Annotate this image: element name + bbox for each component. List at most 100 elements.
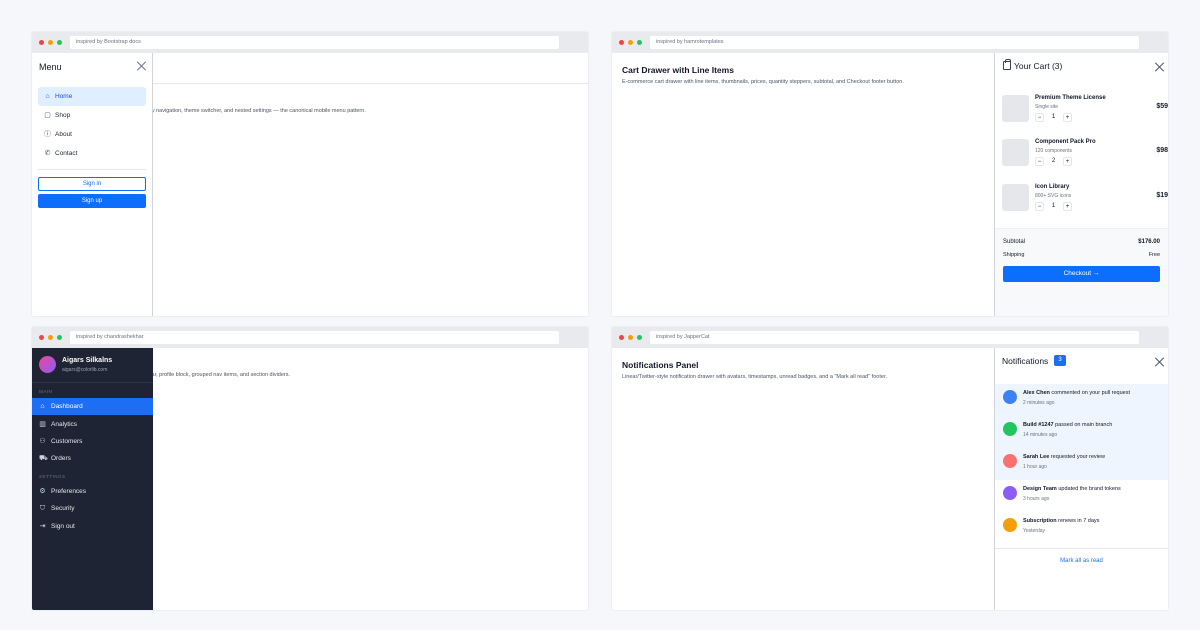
browser-chrome: inspired by Bootstrap docs [32, 32, 588, 53]
minimize-dot-icon [48, 335, 53, 340]
shopping-bag-icon [1003, 59, 1011, 70]
decrement-button[interactable]: − [1035, 202, 1044, 211]
shield-icon: ⛉ [39, 505, 46, 512]
notification-actor: Design Team [1023, 486, 1057, 492]
notification-item[interactable]: Sarah Lee requested your review 1 hour a… [995, 448, 1168, 480]
maximize-dot-icon [637, 40, 642, 45]
close-icon[interactable] [1155, 62, 1165, 72]
notification-actor: Alex Chen [1023, 390, 1050, 396]
sidebar-item-customers[interactable]: ⚇ Customers [32, 433, 153, 450]
drawer-title: Your Cart (3) [1014, 61, 1063, 71]
product-price: $19 [1156, 192, 1168, 199]
product-thumbnail [1002, 95, 1029, 122]
cart-footer: Subtotal $176.00 Shipping Free Checkout … [995, 228, 1168, 316]
cart-line-item: Premium Theme License Single site − 1 + … [1002, 95, 1168, 129]
sidebar-item-label: Orders [51, 455, 71, 462]
address-bar[interactable]: inspired by chandrashekhar [70, 331, 559, 344]
close-icon[interactable] [137, 61, 147, 71]
cart-line-item: Component Pack Pro 120 components − 2 + … [1002, 139, 1168, 173]
sign-up-button[interactable]: Sign up [38, 194, 146, 208]
close-dot-icon [619, 335, 624, 340]
notification-actor: Subscription [1023, 518, 1057, 524]
notifications-drawer: Notifications 3 Alex Chen commented on y… [994, 348, 1168, 610]
sidebar-item-label: Sign out [51, 523, 75, 530]
home-icon: ⌂ [40, 403, 45, 410]
sidebar-item-sign-out[interactable]: ⇥ Sign out [32, 518, 153, 535]
dark-sidebar: Aigars Silkalns aigars@colorlib.com MAIN… [32, 348, 153, 610]
page-description: tar, profile block, grouped nav items, a… [150, 372, 291, 378]
page-description: E-commerce cart drawer with line items, … [622, 79, 904, 85]
shipping-value: Free [1148, 252, 1160, 258]
menu-item-shop[interactable]: ▢ Shop [38, 106, 146, 125]
section-label-main: MAIN [39, 389, 53, 394]
sidebar-item-preferences[interactable]: ⚙ Preferences [32, 483, 153, 500]
minimize-dot-icon [48, 40, 53, 45]
menu-item-home[interactable]: ⌂ Home [38, 87, 146, 106]
subtotal-value: $176.00 [1138, 239, 1160, 245]
notification-item[interactable]: Alex Chen commented on your pull request… [995, 384, 1168, 416]
product-thumbnail [1002, 184, 1029, 211]
sign-in-button[interactable]: Sign in [38, 177, 146, 191]
avatar[interactable] [39, 356, 56, 373]
notification-message: updated the brand tokens [1056, 486, 1121, 492]
page-description: Linear/Twitter-style notification drawer… [622, 374, 887, 380]
unread-count-badge: 3 [1054, 355, 1066, 366]
increment-button[interactable]: + [1063, 202, 1072, 211]
menu-drawer: Menu ⌂ Home ▢ Shop ⓘ About ✆ Contact Sig… [32, 53, 153, 316]
profile-name: Aigars Silkalns [62, 357, 113, 364]
product-name: Icon Library [1035, 184, 1070, 190]
page-content: ry navigation, theme switcher, and neste… [32, 53, 588, 316]
sidebar-item-security[interactable]: ⛉ Security [32, 500, 153, 517]
minimize-dot-icon [628, 40, 633, 45]
sidebar-item-analytics[interactable]: ▥ Analytics [32, 416, 153, 433]
notification-item[interactable]: Build #1247 passed on main branch 14 min… [995, 416, 1168, 448]
quantity-value: 2 [1051, 158, 1056, 164]
address-bar[interactable]: inspired by Bootstrap docs [70, 36, 559, 49]
avatar [1003, 486, 1017, 500]
page-title: Cart Drawer with Line Items [622, 65, 734, 75]
maximize-dot-icon [637, 335, 642, 340]
info-icon: ⓘ [44, 131, 51, 138]
browser-chrome: inspired by chandrashekhar [32, 327, 588, 348]
demo-frame-sidebar: inspired by chandrashekhar tar, profile … [32, 327, 588, 610]
divider [38, 169, 146, 170]
page-topbar [153, 53, 588, 84]
address-bar[interactable]: inspired by hamrotemplates [650, 36, 1139, 49]
sidebar-item-orders[interactable]: ⛟ Orders [32, 450, 153, 467]
decrement-button[interactable]: − [1035, 113, 1044, 122]
cart-drawer: Your Cart (3) Premium Theme License Sing… [994, 53, 1168, 316]
checkout-button[interactable]: Checkout → [1003, 266, 1160, 282]
section-label-settings: SETTINGS [39, 474, 66, 479]
close-dot-icon [39, 40, 44, 45]
page-description: ry navigation, theme switcher, and neste… [150, 108, 366, 114]
gear-icon: ⚙ [39, 488, 46, 495]
sidebar-item-label: Customers [51, 438, 83, 445]
decrement-button[interactable]: − [1035, 157, 1044, 166]
product-name: Component Pack Pro [1035, 139, 1096, 145]
phone-icon: ✆ [44, 150, 51, 157]
avatar [1003, 390, 1017, 404]
browser-chrome: inspired by hamrotemplates [612, 32, 1168, 53]
maximize-dot-icon [57, 335, 62, 340]
increment-button[interactable]: + [1063, 113, 1072, 122]
menu-item-about[interactable]: ⓘ About [38, 125, 146, 144]
menu-item-contact[interactable]: ✆ Contact [38, 144, 146, 163]
bag-icon: ▢ [44, 112, 51, 119]
home-icon: ⌂ [45, 93, 50, 100]
notification-message: commented on your pull request [1049, 390, 1131, 396]
bar-chart-icon: ▥ [39, 421, 46, 428]
product-subtitle: 800+ SVG icons [1035, 193, 1072, 199]
menu-item-label: Shop [55, 112, 71, 119]
notification-item[interactable]: Subscription renews in 7 days Yesterday [995, 512, 1168, 544]
sidebar-item-dashboard[interactable]: ⌂ Dashboard [32, 398, 153, 415]
avatar [1003, 518, 1017, 532]
minimize-dot-icon [628, 335, 633, 340]
browser-chrome: inspired by JapperCat [612, 327, 1168, 348]
increment-button[interactable]: + [1063, 157, 1072, 166]
users-icon: ⚇ [39, 438, 46, 445]
close-icon[interactable] [1155, 357, 1165, 367]
quantity-stepper: − 2 + [1035, 156, 1073, 167]
address-bar[interactable]: inspired by JapperCat [650, 331, 1139, 344]
mark-all-read-link[interactable]: Mark all as read [995, 558, 1168, 564]
notification-item[interactable]: Design Team updated the brand tokens 3 h… [995, 480, 1168, 512]
